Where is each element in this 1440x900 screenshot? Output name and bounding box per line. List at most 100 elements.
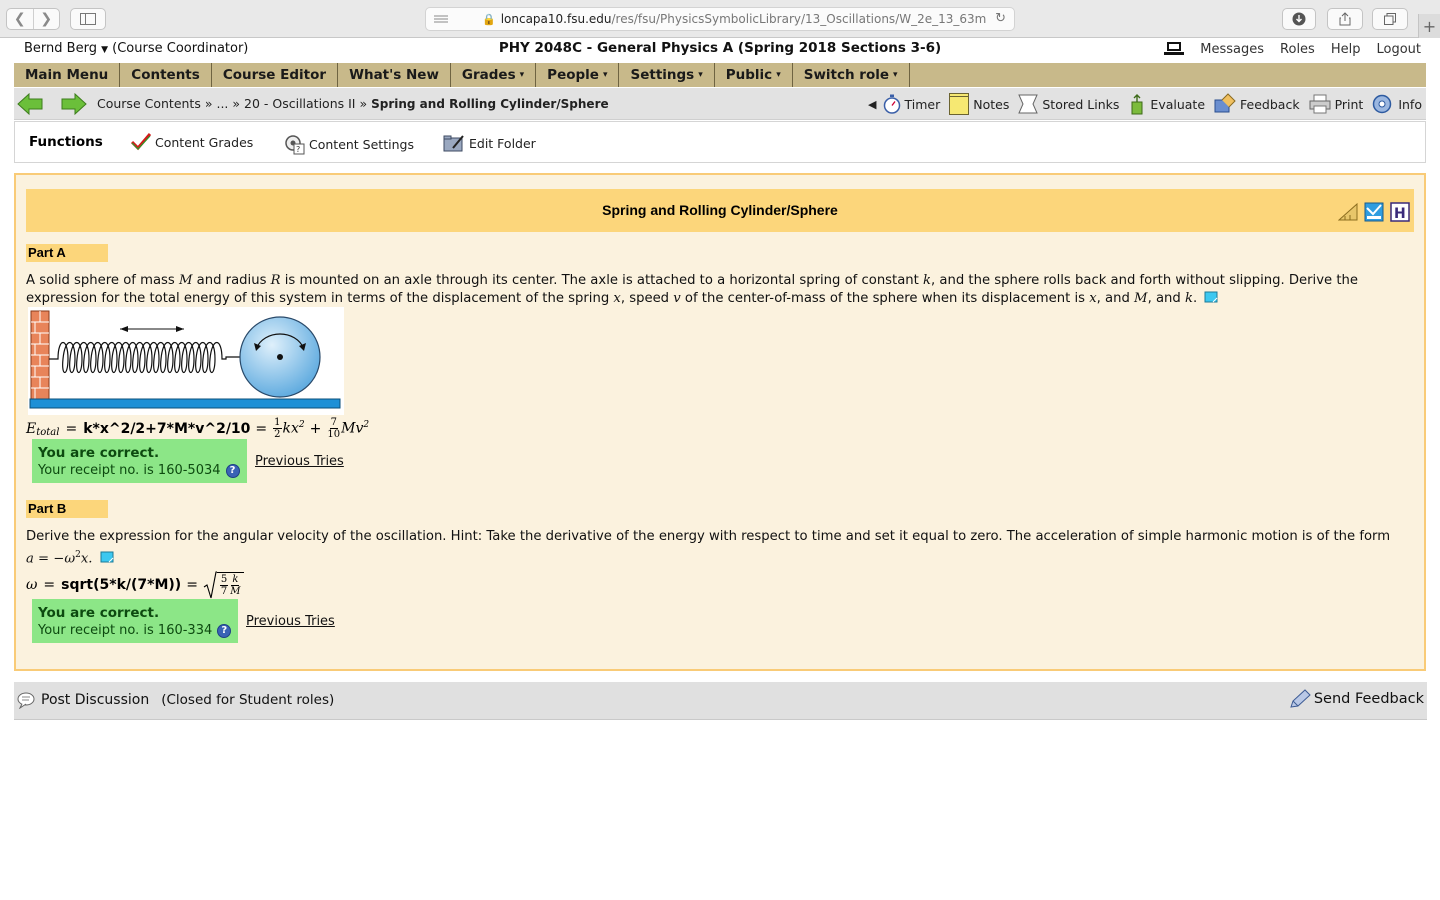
previous-resource-arrow-icon[interactable] xyxy=(17,93,43,115)
menu-label: Public xyxy=(725,67,773,83)
downloads-button[interactable] xyxy=(1282,8,1316,30)
user-menu[interactable]: Bernd Berg ▼ (Course Coordinator) xyxy=(24,41,248,56)
math-formula: x. xyxy=(80,551,93,567)
menu-whats-new[interactable]: What's New xyxy=(338,63,451,87)
new-tab-icon[interactable]: + xyxy=(1418,14,1440,38)
messages-link[interactable]: Messages xyxy=(1200,42,1264,57)
user-name[interactable]: Bernd Berg xyxy=(24,41,97,56)
ruler-icon[interactable] xyxy=(1338,203,1358,221)
menu-label: Course Editor xyxy=(222,67,327,83)
square-root: 57 kM xyxy=(203,570,244,600)
numerator: 1 xyxy=(273,417,282,429)
content-settings-label: Content Settings xyxy=(309,136,414,152)
chevron-down-icon: ▾ xyxy=(776,70,781,80)
help-h-icon[interactable]: H xyxy=(1390,202,1410,222)
menu-label: Switch role xyxy=(803,67,890,83)
menu-label: Settings xyxy=(630,67,695,83)
menu-public[interactable]: Public ▾ xyxy=(715,63,793,87)
breadcrumb-separator: » xyxy=(204,96,213,111)
content-settings-link[interactable]: ? Content Settings xyxy=(283,133,414,155)
edit-folder-label: Edit Folder xyxy=(469,135,536,151)
equals-sign: = xyxy=(65,420,78,437)
chevron-down-icon: ▼ xyxy=(101,45,109,55)
main-menu: Main Menu Contents Course Editor What's … xyxy=(14,63,1426,87)
breadcrumb-ellipsis[interactable]: ... xyxy=(216,96,228,111)
menu-grades[interactable]: Grades ▾ xyxy=(451,63,537,87)
url-host: loncapa10.fsu.edu xyxy=(500,12,612,26)
browser-toolbar: ❮ ❯ 🔒 loncapa10.fsu.edu/res/fsu/PhysicsS… xyxy=(0,0,1440,38)
note-icon[interactable] xyxy=(1204,291,1218,303)
fraction: 7 10 xyxy=(327,417,340,440)
logout-link[interactable]: Logout xyxy=(1376,42,1421,57)
roles-link[interactable]: Roles xyxy=(1280,42,1315,57)
post-discussion-link[interactable]: Post Discussion xyxy=(41,692,149,708)
numerator: k xyxy=(231,573,240,586)
math-subscript: total xyxy=(36,427,60,438)
breadcrumb-separator: » xyxy=(232,96,241,111)
numerator: 7 xyxy=(329,417,338,429)
tabs-button[interactable] xyxy=(1372,8,1408,30)
reader-icon[interactable] xyxy=(434,15,448,25)
help-icon[interactable]: ? xyxy=(225,463,240,478)
numerator: 5 xyxy=(219,573,229,586)
submitted-answer: sqrt(5*k/(7*M)) xyxy=(61,577,182,593)
reload-icon[interactable]: ↻ xyxy=(995,11,1006,26)
question-text: A solid sphere of mass xyxy=(26,273,179,288)
timer-link[interactable]: Timer xyxy=(883,94,941,114)
edit-folder-icon xyxy=(443,135,464,152)
chat-status-icon[interactable] xyxy=(1164,41,1185,57)
timer-label: Timer xyxy=(904,96,941,112)
info-link[interactable]: Info xyxy=(1372,94,1422,114)
help-icon[interactable]: ? xyxy=(217,623,232,638)
notes-link[interactable]: Notes xyxy=(949,93,1009,115)
menu-course-editor[interactable]: Course Editor xyxy=(212,63,339,87)
forward-arrow-icon[interactable]: ❯ xyxy=(34,9,60,29)
feedback-icon xyxy=(1214,93,1236,113)
menu-people[interactable]: People ▾ xyxy=(536,63,620,87)
note-icon[interactable] xyxy=(100,551,114,563)
feedback-link[interactable]: Feedback xyxy=(1214,93,1300,115)
navigation-bar: Course Contents » ... » 20 - Oscillation… xyxy=(14,88,1426,120)
menu-main-menu[interactable]: Main Menu xyxy=(14,63,121,87)
collapse-left-icon[interactable]: ◀ xyxy=(868,98,876,111)
help-link[interactable]: Help xyxy=(1331,42,1361,57)
content-grades-link[interactable]: Content Grades xyxy=(131,133,253,151)
breadcrumb-separator: » xyxy=(359,96,368,111)
grade-chart-icon[interactable] xyxy=(1364,202,1384,222)
next-resource-arrow-icon[interactable] xyxy=(61,93,87,115)
menu-label: What's New xyxy=(349,67,439,83)
menu-switch-role[interactable]: Switch role ▾ xyxy=(793,63,910,87)
part-b-previous-tries-link[interactable]: Previous Tries xyxy=(246,614,335,629)
send-feedback-label: Send Feedback xyxy=(1313,691,1424,707)
tabs-icon xyxy=(1384,13,1396,25)
sidebar-icon xyxy=(80,13,96,25)
print-link[interactable]: Print xyxy=(1309,94,1363,114)
send-feedback[interactable]: Send Feedback xyxy=(1289,689,1424,709)
edit-folder-link[interactable]: Edit Folder xyxy=(443,133,536,153)
breadcrumb-folder[interactable]: 20 - Oscillations II xyxy=(244,96,355,111)
url-path: /res/fsu/PhysicsSymbolicLibrary/13_Oscil… xyxy=(611,12,987,26)
stored-links-link[interactable]: Stored Links xyxy=(1018,93,1119,115)
denominator: 7 xyxy=(220,585,228,597)
evaluate-link[interactable]: Evaluate xyxy=(1128,93,1205,115)
denominator: 10 xyxy=(327,429,341,440)
question-text: and radius xyxy=(192,273,271,288)
equals-sign: = xyxy=(255,420,268,437)
menu-label: Contents xyxy=(131,67,200,83)
back-arrow-icon[interactable]: ❮ xyxy=(7,9,34,29)
pencil-feedback-icon xyxy=(1290,689,1311,708)
evaluate-icon xyxy=(1131,94,1143,115)
part-a-previous-tries-link[interactable]: Previous Tries xyxy=(255,454,344,469)
math-term: kx2 xyxy=(282,420,305,437)
chevron-down-icon: ▾ xyxy=(893,70,898,80)
menu-contents[interactable]: Contents xyxy=(120,63,212,87)
sidebar-toggle-button[interactable] xyxy=(70,8,106,30)
share-button[interactable] xyxy=(1327,8,1363,30)
question-text: Derive the expression for the angular ve… xyxy=(26,529,1391,544)
user-role: (Course Coordinator) xyxy=(112,41,249,56)
breadcrumb-course-contents[interactable]: Course Contents xyxy=(97,96,201,111)
svg-text:H: H xyxy=(1394,206,1406,222)
address-bar[interactable]: 🔒 loncapa10.fsu.edu/res/fsu/PhysicsSymbo… xyxy=(425,7,1015,31)
menu-label: People xyxy=(547,67,599,83)
menu-settings[interactable]: Settings ▾ xyxy=(619,63,715,87)
